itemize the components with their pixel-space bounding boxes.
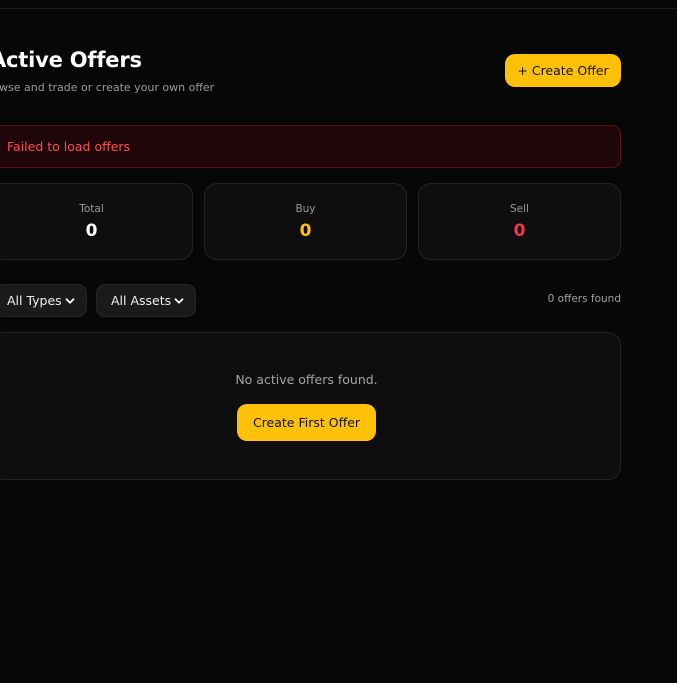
error-message: Failed to load offers: [7, 139, 131, 154]
error-banner: Failed to load offers: [0, 125, 621, 168]
top-nav-bar: [0, 0, 677, 9]
asset-filter-value: All Assets: [111, 293, 172, 308]
stat-value-buy: 0: [299, 220, 312, 241]
plus-icon: +: [517, 63, 528, 78]
stat-card-buy: Buy 0: [204, 183, 407, 260]
stat-label-total: Total: [79, 202, 104, 215]
type-filter-select[interactable]: All Types: [0, 284, 87, 317]
empty-state-message: No active offers found.: [235, 372, 378, 387]
stat-card-sell: Sell 0: [418, 183, 621, 260]
page-title: Active Offers: [0, 48, 142, 72]
create-offer-button[interactable]: + Create Offer: [505, 54, 621, 87]
offers-count: 0 offers found: [547, 293, 621, 305]
stat-value-total: 0: [85, 220, 98, 241]
stat-label-sell: Sell: [510, 202, 529, 215]
type-filter-value: All Types: [7, 293, 62, 308]
chevron-down-icon: [174, 297, 184, 304]
asset-filter-select[interactable]: All Assets: [96, 284, 196, 317]
stat-label-buy: Buy: [295, 202, 316, 215]
chevron-down-icon: [65, 297, 75, 304]
offers-empty-state: No active offers found. Create First Off…: [0, 332, 621, 480]
stat-value-sell: 0: [513, 220, 526, 241]
create-first-offer-button[interactable]: Create First Offer: [237, 404, 376, 441]
page-subtitle: rowse and trade or create your own offer: [0, 81, 215, 94]
create-offer-label: Create Offer: [531, 63, 609, 78]
stat-card-total: Total 0: [0, 183, 193, 260]
